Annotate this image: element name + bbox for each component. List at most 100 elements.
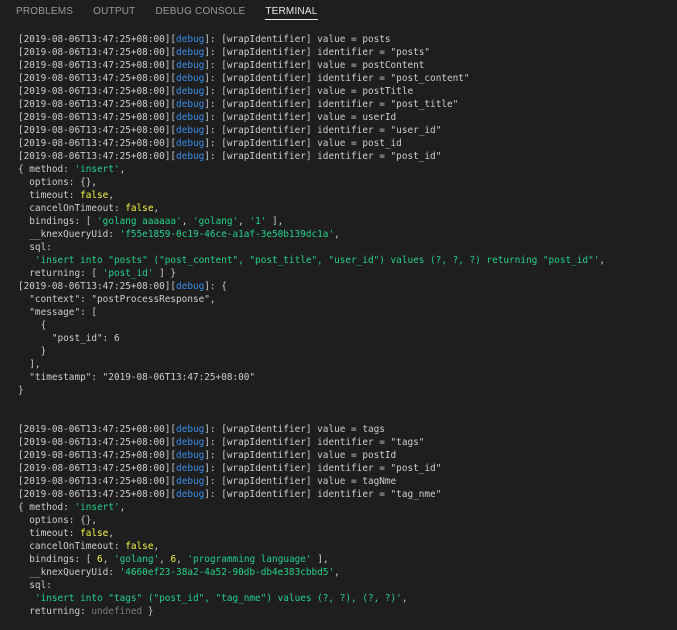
terminal-token: }: [18, 346, 47, 357]
terminal-token: [2019-08-06T13:47:25+08:00][: [18, 476, 177, 487]
terminal-token: debug: [176, 99, 205, 110]
terminal-line: [2019-08-06T13:47:25+08:00][debug]: [wra…: [18, 33, 677, 46]
tab-terminal[interactable]: TERMINAL: [255, 6, 327, 20]
terminal-token: ,: [153, 203, 160, 214]
terminal-token: '1': [249, 216, 267, 227]
tab-output[interactable]: OUTPUT: [83, 6, 145, 20]
terminal-token: __knexQueryUid:: [18, 229, 120, 240]
terminal-token: [2019-08-06T13:47:25+08:00][: [18, 437, 177, 448]
terminal-line: returning: undefined }: [18, 605, 677, 618]
terminal-token: returning: [: [18, 268, 103, 279]
terminal-token: ,: [176, 554, 188, 565]
terminal-token: ]: {: [204, 281, 227, 292]
terminal-token: [2019-08-06T13:47:25+08:00][: [18, 112, 177, 123]
terminal-token: }: [142, 606, 154, 617]
terminal-token: ],: [266, 216, 284, 227]
terminal-token: debug: [176, 489, 205, 500]
terminal-token: debug: [176, 86, 205, 97]
terminal-token: debug: [176, 60, 205, 71]
terminal-line: timeout: false,: [18, 189, 677, 202]
terminal-token: ]: [wrapIdentifier] identifier = "user_i…: [204, 125, 442, 136]
terminal-token: false: [80, 190, 109, 201]
terminal-token: ]: [wrapIdentifier] identifier = "tags": [204, 437, 425, 448]
terminal-line: [2019-08-06T13:47:25+08:00][debug]: [wra…: [18, 85, 677, 98]
terminal-line: }: [18, 384, 677, 397]
terminal-token: ,: [119, 502, 126, 513]
terminal-token: debug: [176, 450, 205, 461]
terminal-token: 'golang aaaaaa': [97, 216, 182, 227]
terminal-line: {: [18, 319, 677, 332]
terminal-token: '4660ef23-38a2-4a52-90db-db4e383cbbd5': [119, 567, 335, 578]
terminal-token: ,: [181, 216, 193, 227]
terminal-line: [2019-08-06T13:47:25+08:00][debug]: [wra…: [18, 59, 677, 72]
terminal-line: [2019-08-06T13:47:25+08:00][debug]: {: [18, 280, 677, 293]
terminal-token: options: {},: [18, 177, 98, 188]
terminal-token: 'post_id': [102, 268, 154, 279]
terminal-token: ]: [wrapIdentifier] identifier = "post_c…: [204, 73, 470, 84]
terminal-token: [2019-08-06T13:47:25+08:00][: [18, 489, 177, 500]
terminal-token: ]: [wrapIdentifier] value = post_id: [204, 138, 402, 149]
terminal-token: ]: [wrapIdentifier] identifier = "post_i…: [204, 151, 442, 162]
terminal-token: undefined: [91, 606, 143, 617]
tab-debug-console[interactable]: DEBUG CONSOLE: [145, 6, 255, 20]
terminal-output[interactable]: [2019-08-06T13:47:25+08:00][debug]: [wra…: [0, 20, 677, 630]
terminal-token: { method:: [18, 502, 75, 513]
terminal-token: cancelOnTimeout:: [18, 541, 126, 552]
terminal-token: ]: [wrapIdentifier] value = userId: [204, 112, 397, 123]
terminal-token: ,: [238, 216, 250, 227]
terminal-token: { method:: [18, 164, 75, 175]
terminal-line: [2019-08-06T13:47:25+08:00][debug]: [wra…: [18, 72, 677, 85]
terminal-token: debug: [176, 437, 205, 448]
terminal-token: [2019-08-06T13:47:25+08:00][: [18, 34, 177, 45]
terminal-line: "post_id": 6: [18, 332, 677, 345]
terminal-token: false: [80, 528, 109, 539]
terminal-line: [2019-08-06T13:47:25+08:00][debug]: [wra…: [18, 423, 677, 436]
terminal-token: ]: [wrapIdentifier] value = posts: [204, 34, 391, 45]
terminal-line: cancelOnTimeout: false,: [18, 540, 677, 553]
terminal-token: [2019-08-06T13:47:25+08:00][: [18, 281, 177, 292]
panel-tab-bar: PROBLEMS OUTPUT DEBUG CONSOLE TERMINAL: [0, 0, 677, 20]
terminal-token: sql:: [18, 580, 52, 591]
terminal-line: { method: 'insert',: [18, 163, 677, 176]
terminal-line: __knexQueryUid: 'f55e1859-0c19-46ce-a1af…: [18, 228, 677, 241]
terminal-token: ]: [wrapIdentifier] value = tagNme: [204, 476, 397, 487]
terminal-token: ],: [311, 554, 329, 565]
terminal-token: ]: [wrapIdentifier] identifier = "post_i…: [204, 463, 442, 474]
terminal-line: [2019-08-06T13:47:25+08:00][debug]: [wra…: [18, 98, 677, 111]
terminal-token: false: [125, 541, 154, 552]
terminal-token: [2019-08-06T13:47:25+08:00][: [18, 125, 177, 136]
terminal-line: [2019-08-06T13:47:25+08:00][debug]: [wra…: [18, 124, 677, 137]
terminal-token: [2019-08-06T13:47:25+08:00][: [18, 424, 177, 435]
terminal-token: "message": [: [18, 307, 98, 318]
terminal-token: [2019-08-06T13:47:25+08:00][: [18, 138, 177, 149]
terminal-token: [2019-08-06T13:47:25+08:00][: [18, 151, 177, 162]
terminal-line: sql:: [18, 579, 677, 592]
terminal-token: ]: [wrapIdentifier] identifier = "tag_nm…: [204, 489, 442, 500]
terminal-token: debug: [176, 112, 205, 123]
tab-problems[interactable]: PROBLEMS: [6, 6, 83, 20]
terminal-token: returning:: [18, 606, 92, 617]
terminal-token: ]: [wrapIdentifier] identifier = "post_t…: [204, 99, 459, 110]
terminal-token: 'golang': [113, 554, 160, 565]
terminal-token: ,: [334, 229, 340, 240]
terminal-token: [2019-08-06T13:47:25+08:00][: [18, 60, 177, 71]
terminal-token: ]: [wrapIdentifier] value = postTitle: [204, 86, 414, 97]
terminal-token: ],: [18, 359, 41, 370]
terminal-token: [2019-08-06T13:47:25+08:00][: [18, 99, 177, 110]
terminal-token: bindings: [: [18, 554, 98, 565]
terminal-token: [2019-08-06T13:47:25+08:00][: [18, 86, 177, 97]
terminal-line: bindings: [ 'golang aaaaaa', 'golang', '…: [18, 215, 677, 228]
terminal-token: ,: [108, 528, 114, 539]
terminal-line: options: {},: [18, 514, 677, 527]
terminal-line: [2019-08-06T13:47:25+08:00][debug]: [wra…: [18, 137, 677, 150]
terminal-token: ]: [wrapIdentifier] value = postContent: [204, 60, 425, 71]
terminal-token: ]: [wrapIdentifier] identifier = "posts": [204, 47, 431, 58]
terminal-token: ,: [334, 567, 340, 578]
terminal-token: ,: [102, 554, 114, 565]
terminal-line: returning: [ 'post_id' ] }: [18, 267, 677, 280]
terminal-token: }: [18, 385, 24, 396]
terminal-token: 'programming language': [187, 554, 312, 565]
terminal-token: ,: [599, 255, 606, 266]
